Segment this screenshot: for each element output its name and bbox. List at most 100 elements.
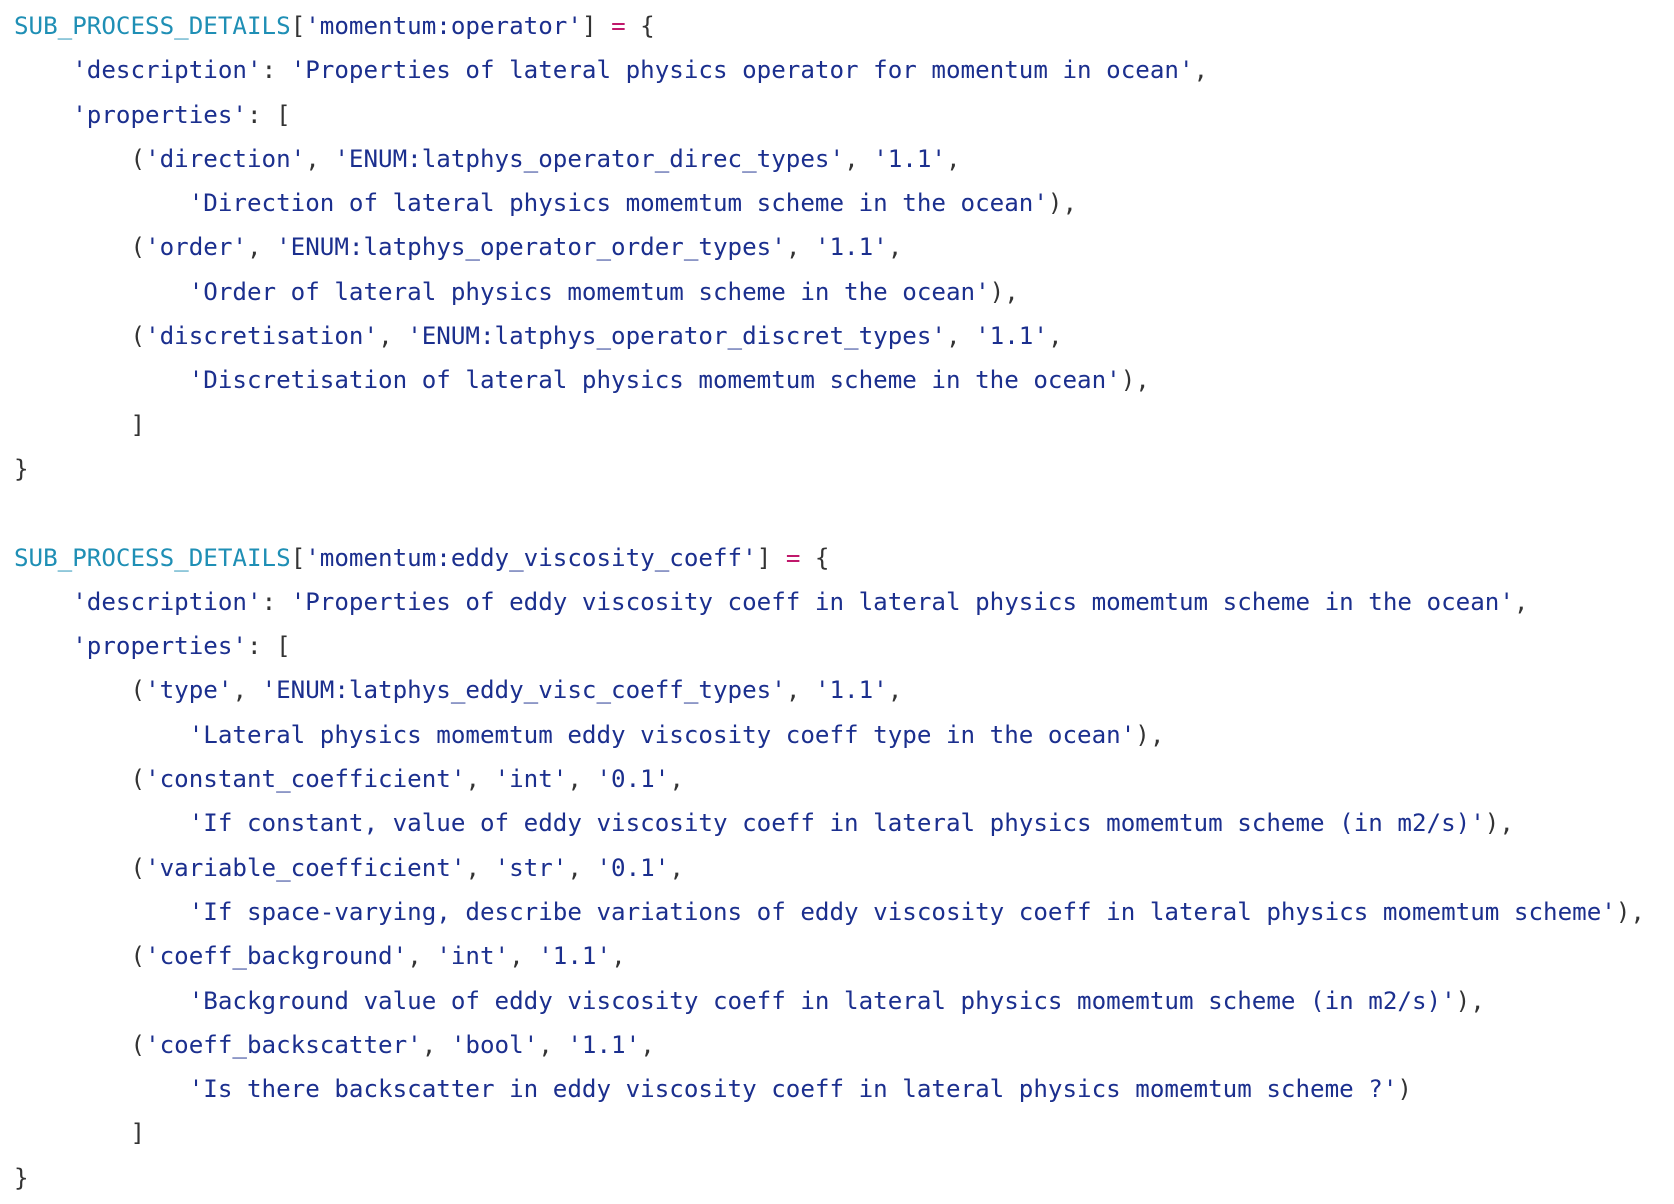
code-line: 'Direction of lateral physics momemtum s… — [14, 181, 1664, 225]
code-string: '1.1' — [538, 942, 612, 971]
code-string: 'int' — [436, 942, 510, 971]
code-punctuation: , — [1513, 587, 1529, 616]
code-punctuation: , — [611, 942, 626, 971]
code-string: 'Discretisation of lateral physics momem… — [188, 366, 1121, 395]
code-punctuation: ] — [14, 410, 146, 439]
code-punctuation: , — [465, 765, 495, 794]
code-string: 'coeff_background' — [145, 942, 408, 971]
code-string: 'constant_coefficient' — [145, 765, 466, 794]
code-punctuation: : — [261, 56, 291, 85]
code-string: '1.1' — [567, 1030, 641, 1059]
code-line: ('constant_coefficient', 'int', '0.1', — [14, 757, 1664, 801]
code-punctuation — [14, 632, 72, 660]
code-string: 'properties' — [72, 632, 247, 661]
code-line: ('direction', 'ENUM:latphys_operator_dir… — [14, 137, 1664, 181]
code-punctuation: ), — [1484, 809, 1514, 838]
code-operator: = — [785, 543, 801, 572]
code-string: '1.1' — [814, 233, 888, 262]
code-punctuation: ), — [1120, 366, 1150, 395]
code-string: 'Properties of lateral physics operator … — [290, 56, 1194, 85]
code-string: '0.1' — [596, 765, 670, 794]
code-line: SUB_PROCESS_DETAILS['momentum:eddy_visco… — [14, 536, 1664, 580]
code-punctuation: ( — [14, 233, 146, 262]
code-line: 'If space-varying, describe variations o… — [14, 890, 1664, 934]
code-punctuation: { — [625, 12, 655, 40]
code-string: 'str' — [494, 853, 568, 882]
code-line: ('coeff_background', 'int', '1.1', — [14, 934, 1664, 978]
code-punctuation: , — [887, 233, 903, 262]
code-line: 'Is there backscatter in eddy viscosity … — [14, 1067, 1664, 1111]
code-identifier: SUB_PROCESS_DETAILS — [14, 12, 291, 40]
code-string: 'order' — [145, 233, 247, 262]
code-punctuation: , — [887, 676, 903, 705]
code-string: 'If constant, value of eddy viscosity co… — [188, 809, 1485, 838]
code-punctuation — [14, 189, 189, 217]
code-punctuation: , — [421, 1030, 451, 1059]
code-string: 'ENUM:latphys_operator_discret_types' — [407, 322, 946, 351]
code-punctuation — [14, 898, 189, 926]
code-string: '1.1' — [814, 676, 888, 705]
code-punctuation: , — [567, 765, 597, 794]
code-string: '0.1' — [596, 853, 670, 882]
code-string: 'Properties of eddy viscosity coeff in l… — [290, 587, 1514, 616]
code-punctuation: , — [785, 676, 815, 705]
code-string: 'ENUM:latphys_operator_order_types' — [276, 233, 786, 262]
code-punctuation: } — [14, 1163, 29, 1192]
code-punctuation: ), — [1455, 986, 1485, 1015]
code-operator: = — [611, 12, 626, 40]
code-string: 'variable_coefficient' — [145, 853, 466, 882]
code-line: 'properties': [ — [14, 93, 1664, 137]
code-string: 'Lateral physics momemtum eddy viscosity… — [188, 720, 1136, 749]
code-string: 'Background value of eddy viscosity coef… — [188, 986, 1456, 1015]
code-line: 'properties': [ — [14, 624, 1664, 668]
code-punctuation: , — [538, 1030, 568, 1059]
code-punctuation: ( — [14, 322, 146, 351]
code-line: ] — [14, 403, 1664, 447]
code-punctuation: ( — [14, 853, 146, 882]
code-punctuation: ) — [1397, 1075, 1412, 1104]
code-punctuation: , — [465, 853, 495, 882]
code-punctuation: : [ — [247, 100, 291, 129]
code-string: 'discretisation' — [145, 322, 379, 351]
code-punctuation: ] — [14, 1119, 146, 1148]
code-line: ('discretisation', 'ENUM:latphys_operato… — [14, 314, 1664, 358]
code-punctuation: , — [378, 322, 408, 351]
code-punctuation: , — [1193, 56, 1209, 85]
code-identifier: SUB_PROCESS_DETAILS — [14, 543, 291, 572]
code-punctuation: ] — [581, 12, 612, 40]
code-line: } — [14, 447, 1664, 491]
code-punctuation — [14, 809, 189, 837]
code-punctuation: , — [785, 233, 815, 262]
code-line: ] — [14, 1111, 1664, 1155]
code-line: 'description': 'Properties of lateral ph… — [14, 48, 1664, 92]
code-punctuation: : [ — [247, 632, 291, 661]
code-punctuation — [14, 101, 72, 129]
code-punctuation: ( — [14, 942, 146, 971]
code-string: 'properties' — [72, 100, 247, 129]
code-line: 'description': 'Properties of eddy visco… — [14, 580, 1664, 624]
code-line: ('coeff_backscatter', 'bool', '1.1', — [14, 1023, 1664, 1067]
code-string: 'bool' — [450, 1030, 539, 1059]
code-punctuation: ), — [989, 277, 1019, 306]
code-string: 'momentum:operator' — [305, 12, 582, 40]
code-line: ​ — [14, 491, 1664, 535]
code-punctuation — [14, 366, 189, 394]
code-punctuation: { — [800, 543, 830, 572]
code-line: 'Order of lateral physics momemtum schem… — [14, 270, 1664, 314]
code-string: '1.1' — [873, 144, 946, 173]
code-punctuation — [14, 588, 72, 616]
code-string: 'Order of lateral physics momemtum schem… — [188, 277, 990, 306]
code-punctuation: , — [247, 233, 277, 262]
code-punctuation — [14, 1075, 189, 1103]
code-punctuation: ] — [756, 543, 786, 572]
code-punctuation: : — [261, 587, 291, 616]
code-punctuation: , — [669, 853, 684, 882]
code-punctuation: , — [669, 765, 684, 794]
code-string: 'description' — [72, 587, 262, 616]
code-punctuation: ), — [1615, 897, 1645, 926]
code-string: '1.1' — [975, 322, 1048, 351]
code-view[interactable]: SUB_PROCESS_DETAILS['momentum:operator']… — [14, 4, 1664, 1200]
code-string: 'int' — [494, 765, 568, 794]
code-punctuation: ( — [14, 144, 146, 173]
code-punctuation: ( — [14, 676, 146, 705]
